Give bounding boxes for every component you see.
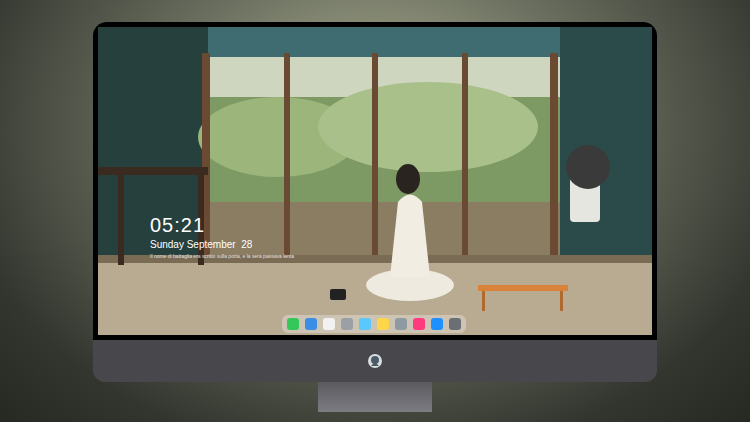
dock-app-icon[interactable] [305, 318, 317, 330]
clock-note: Il nome di battaglia era scritto sulla p… [150, 253, 294, 260]
clock-widget: 05:21 Sunday September 28 Il nome di bat… [150, 213, 294, 260]
monitor-chin [93, 340, 657, 382]
dock-app-icon[interactable] [431, 318, 443, 330]
monitor-stand [318, 382, 432, 412]
screen: 05:21 Sunday September 28 Il nome di bat… [98, 27, 652, 335]
clock-time: 05:21 [150, 213, 294, 237]
dock-app-icon[interactable] [377, 318, 389, 330]
dock-app-icon[interactable] [287, 318, 299, 330]
dock-app-icon[interactable] [395, 318, 407, 330]
dock-app-icon[interactable] [359, 318, 371, 330]
monitor: 05:21 Sunday September 28 Il nome di bat… [93, 22, 657, 412]
brand-logo-icon [367, 353, 383, 369]
dock-app-icon[interactable] [413, 318, 425, 330]
dock-app-icon[interactable] [449, 318, 461, 330]
dock-app-icon[interactable] [341, 318, 353, 330]
clock-date: Sunday September 28 [150, 239, 294, 251]
dock [282, 315, 466, 333]
wallpaper-photo [98, 27, 652, 335]
dock-app-icon[interactable] [323, 318, 335, 330]
screen-bezel: 05:21 Sunday September 28 Il nome di bat… [93, 22, 657, 340]
